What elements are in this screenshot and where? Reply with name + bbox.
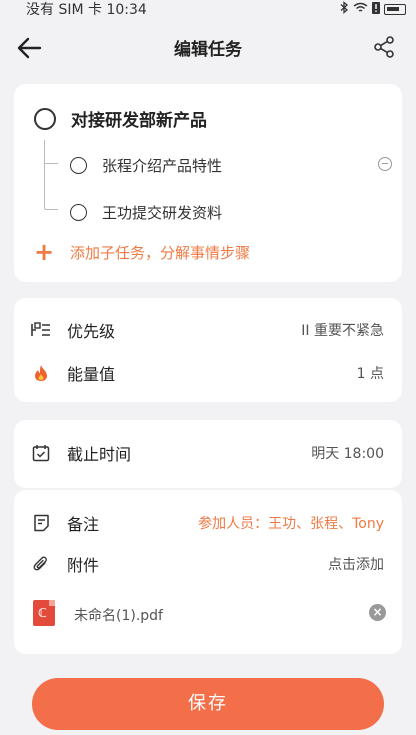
back-button[interactable] <box>16 35 42 61</box>
attachment-file-name: 未命名(1).pdf <box>74 608 163 624</box>
subtask-tree-branch <box>45 163 58 164</box>
bluetooth-icon <box>340 1 349 17</box>
battery-icon <box>384 3 406 15</box>
share-button[interactable] <box>372 35 396 59</box>
deadline-value: 明天 18:00 <box>311 446 384 462</box>
wifi-icon <box>353 2 368 16</box>
energy-row[interactable]: 能量值 1 点 <box>14 358 402 388</box>
status-time: 10:34 <box>106 2 147 18</box>
save-button[interactable]: 保存 <box>32 678 384 730</box>
paperclip-icon <box>31 554 51 574</box>
subtask-label[interactable]: 张程介绍产品特性 <box>102 155 222 176</box>
attachment-label: 附件 <box>67 556 100 575</box>
notes-row[interactable]: 备注 参加人员：王功、张程、Tony <box>14 508 402 538</box>
alert-icon <box>372 1 380 17</box>
subtask-checkbox[interactable] <box>70 204 87 221</box>
notes-label: 备注 <box>67 515 100 534</box>
calendar-icon <box>31 443 51 463</box>
energy-label: 能量值 <box>67 365 116 384</box>
subtask-checkbox[interactable] <box>70 157 87 174</box>
flame-icon <box>31 363 51 383</box>
status-icons <box>340 1 406 17</box>
priority-value: II 重要不紧急 <box>301 323 384 339</box>
deadline-label: 截止时间 <box>67 445 132 464</box>
priority-icon <box>31 320 51 340</box>
main-task: 对接研发部新产品 <box>34 106 207 131</box>
header: 编辑任务 <box>0 18 416 76</box>
main-task-title[interactable]: 对接研发部新产品 <box>71 106 207 131</box>
note-icon <box>31 513 51 533</box>
subtask-item: 张程介绍产品特性 <box>70 155 222 176</box>
add-subtask-label: 添加子任务，分解事情步骤 <box>70 243 251 262</box>
priority-label: 优先级 <box>67 322 116 341</box>
pdf-file-icon: ℂ <box>33 600 55 626</box>
plus-icon: + <box>34 238 55 266</box>
deadline-card: 截止时间 明天 18:00 <box>14 420 402 488</box>
main-task-checkbox[interactable] <box>34 107 56 130</box>
priority-row[interactable]: 优先级 II 重要不紧急 <box>14 315 402 345</box>
attachment-file[interactable]: ℂ 未命名(1).pdf × <box>14 598 402 628</box>
page-title: 编辑任务 <box>174 39 242 60</box>
carrier-text: 没有 SIM 卡 <box>26 2 102 18</box>
notes-card: 备注 参加人员：王功、张程、Tony 附件 点击添加 ℂ 未命名(1).pdf … <box>14 490 402 654</box>
remove-subtask-icon[interactable] <box>378 157 392 171</box>
back-arrow-icon <box>17 37 42 59</box>
subtask-tree-line <box>44 140 58 210</box>
status-bar: 没有 SIM 卡 10:34 <box>0 0 416 18</box>
subtask-item: 王功提交研发资料 <box>70 202 222 223</box>
task-card: 对接研发部新产品 张程介绍产品特性 王功提交研发资料 + 添加子任务，分解事情步… <box>14 84 402 282</box>
deadline-row[interactable]: 截止时间 明天 18:00 <box>14 438 402 468</box>
energy-value: 1 点 <box>356 366 384 382</box>
notes-value: 参加人员：王功、张程、Tony <box>198 516 384 532</box>
attachment-row[interactable]: 附件 点击添加 <box>14 549 402 579</box>
add-subtask-button[interactable]: + 添加子任务，分解事情步骤 <box>34 240 250 264</box>
share-icon <box>374 36 394 58</box>
delete-attachment-icon[interactable]: × <box>369 604 386 621</box>
subtask-label[interactable]: 王功提交研发资料 <box>102 202 222 223</box>
add-attachment-link[interactable]: 点击添加 <box>328 554 384 574</box>
status-left: 没有 SIM 卡 10:34 <box>26 0 147 19</box>
attributes-card: 优先级 II 重要不紧急 能量值 1 点 <box>14 298 402 402</box>
